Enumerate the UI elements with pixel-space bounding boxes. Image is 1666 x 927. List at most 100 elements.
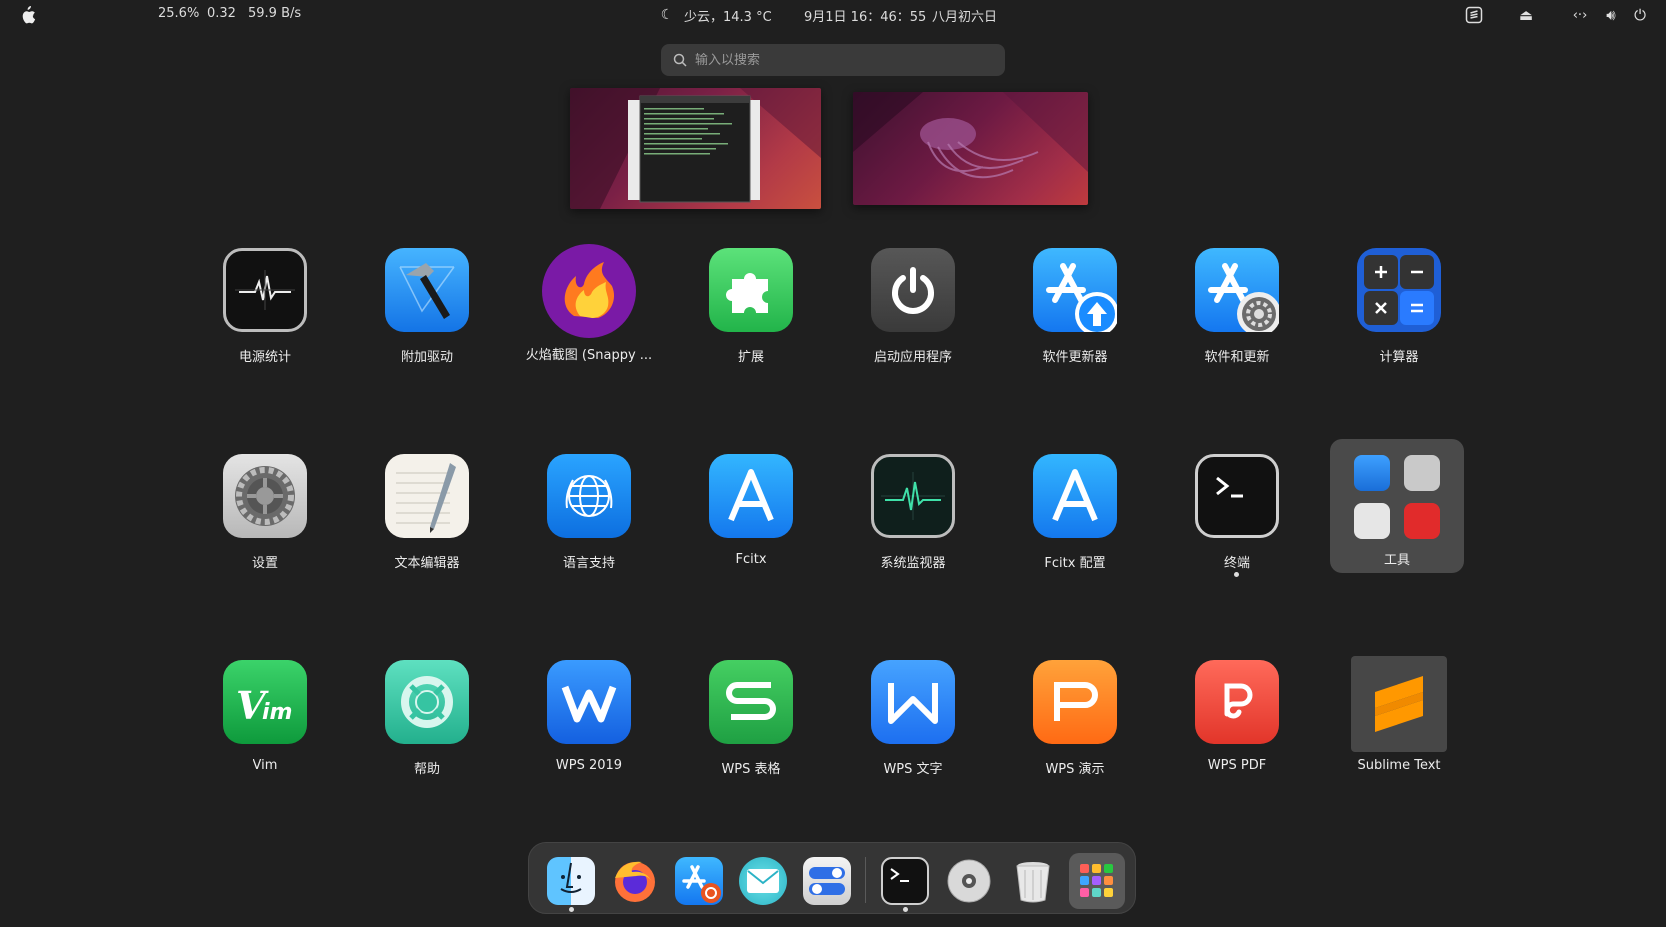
app-label: 扩展: [737, 350, 764, 365]
toggle-settings-icon[interactable]: [803, 857, 851, 905]
app-additional-drivers[interactable]: 附加驱动: [352, 248, 502, 384]
launchpad-icon[interactable]: [1069, 853, 1125, 909]
firefox-icon[interactable]: [611, 857, 659, 905]
power-stats-icon: [223, 248, 307, 332]
app-extensions[interactable]: 扩展: [676, 248, 826, 384]
app-sublime-text[interactable]: Sublime Text: [1324, 656, 1474, 792]
load-average: 0.32: [207, 6, 236, 21]
dock: [528, 842, 1136, 914]
app-label: 终端: [1223, 556, 1250, 571]
app-fcitx[interactable]: Fcitx: [676, 454, 826, 590]
volume-icon[interactable]: 🔊︎: [1600, 4, 1622, 26]
sublime-tray-icon[interactable]: [1463, 4, 1485, 26]
app-startup-applications[interactable]: 启动应用程序: [838, 248, 988, 384]
wps-sheet-icon: [709, 660, 793, 744]
app-language-support[interactable]: 语言支持: [514, 454, 664, 590]
wps-pdf-icon: [1195, 660, 1279, 744]
app-text-editor[interactable]: 文本编辑器: [352, 454, 502, 590]
hammer-icon: [385, 248, 469, 332]
weather-text[interactable]: 少云，14.3 °C: [684, 6, 772, 25]
app-label: 软件和更新: [1204, 350, 1270, 365]
terminal-icon[interactable]: [881, 857, 929, 905]
apple-logo-icon[interactable]: [17, 4, 39, 26]
workspace-thumbnail-2[interactable]: [853, 92, 1088, 205]
moon-cloud-icon: ☾: [660, 7, 674, 23]
disk-icon: [1404, 455, 1440, 491]
trash-icon[interactable]: [1009, 857, 1057, 905]
search-input[interactable]: [695, 52, 985, 68]
top-bar: 25.6% 0.32 59.9 B/s ☾ 少云，14.3 °C 9月1日 16…: [0, 0, 1666, 30]
app-wps-pdf[interactable]: WPS PDF: [1162, 660, 1312, 796]
app-label: 电源统计: [238, 350, 291, 365]
app-flameshot[interactable]: 火焰截图 (Snappy ...: [514, 244, 664, 380]
svg-text:im: im: [262, 700, 292, 725]
running-indicator: [903, 907, 908, 912]
app-store-update-icon: [1033, 248, 1117, 332]
puzzle-icon: [709, 248, 793, 332]
clock[interactable]: 9月1日 16：46：55: [804, 6, 926, 25]
app-label: 帮助: [413, 762, 440, 777]
app-label: 设置: [251, 556, 278, 571]
sublime-text-icon: [1351, 656, 1447, 752]
search-bar[interactable]: [661, 44, 1005, 76]
app-wps-2019[interactable]: WPS 2019: [514, 660, 664, 796]
eject-icon[interactable]: ⏏: [1515, 4, 1537, 26]
app-folder-tools[interactable]: 工具: [1330, 439, 1464, 573]
folder-label: 工具: [1383, 553, 1410, 568]
app-calculator[interactable]: 计算器: [1324, 248, 1474, 384]
text-editor-icon: [385, 454, 469, 538]
app-system-monitor[interactable]: 系统监视器: [838, 454, 988, 590]
app-vim[interactable]: Vim Vim: [190, 660, 340, 796]
network-speed: 59.9 B/s: [248, 6, 302, 21]
app-label: WPS 表格: [721, 762, 781, 777]
cpu-usage: 25.6%: [158, 6, 200, 21]
app-label: Vim: [252, 758, 278, 773]
app-label: 文本编辑器: [394, 556, 460, 571]
running-indicator: [569, 907, 574, 912]
app-label: 软件更新器: [1042, 350, 1108, 365]
running-indicator: [1234, 572, 1239, 577]
help-icon: [385, 660, 469, 744]
app-label: WPS 2019: [555, 758, 623, 773]
pdf-icon: [1404, 503, 1440, 539]
app-software-updater[interactable]: 软件更新器: [1000, 248, 1150, 384]
disc-icon[interactable]: [945, 857, 993, 905]
system-monitor-icon: [871, 454, 955, 538]
workspace-thumbnail-1[interactable]: [570, 88, 821, 209]
app-store-gear-icon: [1195, 248, 1279, 332]
calculator-icon: [1357, 248, 1441, 332]
dock-separator: [865, 857, 866, 903]
app-settings[interactable]: 设置: [190, 454, 340, 590]
scanner-icon: [1354, 503, 1390, 539]
fcitx-icon: [709, 454, 793, 538]
vim-icon: Vim: [223, 660, 307, 744]
app-label: 计算器: [1379, 350, 1419, 365]
app-label: 火焰截图 (Snappy ...: [525, 348, 653, 363]
app-wps-writer[interactable]: WPS 文字: [838, 660, 988, 796]
wps-writer-icon: [871, 660, 955, 744]
app-store-icon[interactable]: [675, 857, 723, 905]
finder-icon[interactable]: [547, 857, 595, 905]
app-label: 系统监视器: [880, 556, 946, 571]
wps-presentation-icon: [1033, 660, 1117, 744]
flameshot-icon: [542, 244, 636, 338]
search-icon: [673, 53, 687, 67]
app-wps-sheet[interactable]: WPS 表格: [676, 660, 826, 796]
app-label: WPS 文字: [883, 762, 943, 777]
app-terminal[interactable]: 终端: [1162, 454, 1312, 590]
app-software-properties[interactable]: 软件和更新: [1162, 248, 1312, 384]
app-label: Fcitx: [735, 552, 767, 567]
app-label: 启动应用程序: [873, 350, 952, 365]
app-help[interactable]: 帮助: [352, 660, 502, 796]
mail-icon[interactable]: [739, 857, 787, 905]
lunar-date: 八月初六日: [932, 10, 998, 25]
app-wps-presentation[interactable]: WPS 演示: [1000, 660, 1150, 796]
app-power-stats[interactable]: 电源统计: [190, 248, 340, 384]
app-label: WPS PDF: [1207, 758, 1267, 773]
app-label: Fcitx 配置: [1044, 556, 1106, 571]
app-label: 附加驱动: [400, 350, 453, 365]
network-icon[interactable]: ‹·›: [1569, 4, 1591, 26]
app-fcitx-config[interactable]: Fcitx 配置: [1000, 454, 1150, 590]
wps-icon: [547, 660, 631, 744]
power-menu-icon[interactable]: ⏻: [1629, 4, 1651, 26]
